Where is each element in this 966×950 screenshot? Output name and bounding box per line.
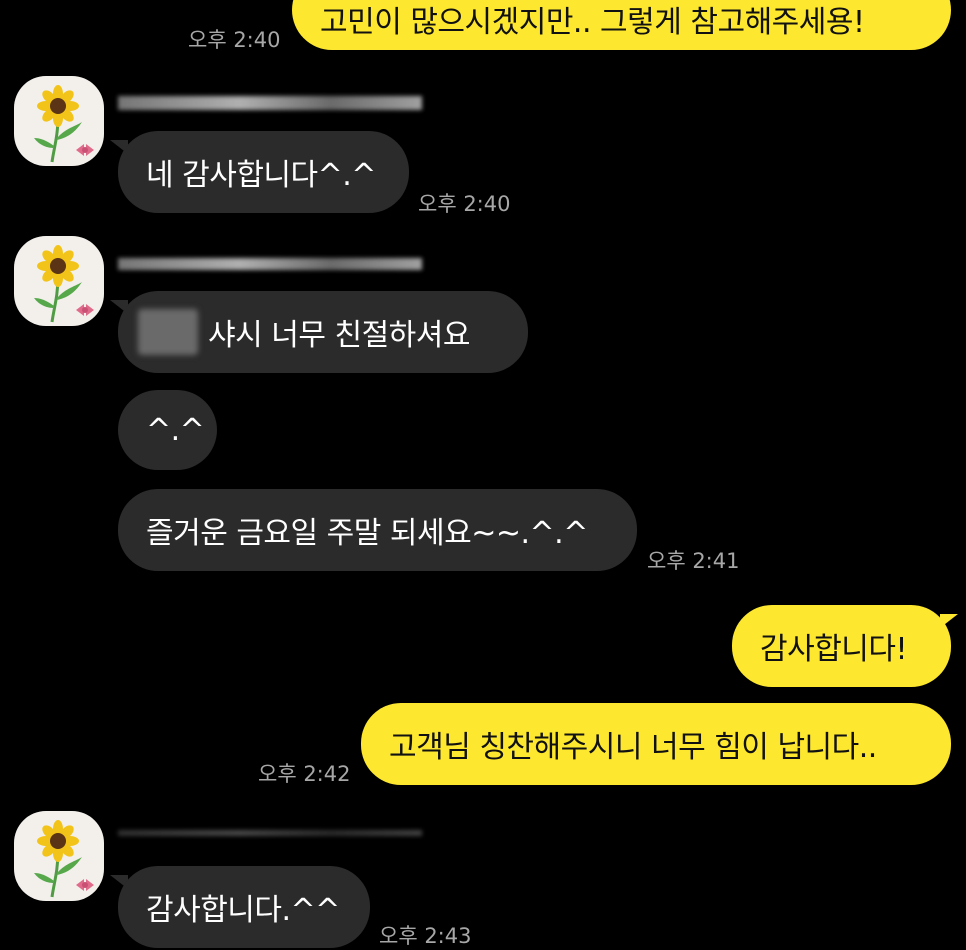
incoming-message-bubble[interactable]: 감사합니다.^^ <box>118 866 370 948</box>
message-time: 오후 2:40 <box>418 192 511 216</box>
contact-avatar[interactable] <box>14 811 104 901</box>
sunflower-icon <box>34 820 94 898</box>
redacted-text <box>138 309 198 355</box>
sunflower-icon <box>34 85 94 163</box>
contact-avatar[interactable] <box>14 236 104 326</box>
incoming-message-bubble[interactable]: 즐거운 금요일 주말 되세요~~.^.^ <box>118 489 637 571</box>
incoming-message-bubble[interactable]: ^.^ <box>118 390 217 470</box>
message-text: 즐거운 금요일 주말 되세요~~.^.^ <box>146 516 588 551</box>
message-time: 오후 2:41 <box>647 549 740 573</box>
contact-name-redacted <box>118 830 422 836</box>
message-time: 오후 2:43 <box>379 924 472 948</box>
message-time: 오후 2:40 <box>188 28 281 52</box>
contact-name-redacted <box>118 96 422 110</box>
incoming-message-bubble[interactable]: 네 감사합니다^.^ <box>118 131 409 213</box>
message-text: ^.^ <box>146 412 205 448</box>
outgoing-message-bubble[interactable]: 고민이 많으시겠지만.. 그렇게 참고해주세용! <box>292 0 951 50</box>
message-text: 고객님 칭찬해주시니 너무 힘이 납니다.. <box>389 730 877 765</box>
message-text: 네 감사합니다^.^ <box>146 158 376 193</box>
sunflower-icon <box>34 245 94 323</box>
contact-name-redacted <box>118 258 422 270</box>
message-time: 오후 2:42 <box>258 762 351 786</box>
message-text: 샤시 너무 친절하셔요 <box>208 318 470 353</box>
message-text: 감사합니다.^^ <box>146 893 340 928</box>
message-text: 고민이 많으시겠지만.. 그렇게 참고해주세용! <box>320 5 865 40</box>
outgoing-message-bubble[interactable]: 고객님 칭찬해주시니 너무 힘이 납니다.. <box>361 703 951 785</box>
incoming-message-bubble[interactable]: 샤시 너무 친절하셔요 <box>118 291 528 373</box>
outgoing-message-bubble[interactable]: 감사합니다! <box>732 605 951 687</box>
message-text: 감사합니다! <box>760 632 908 667</box>
contact-avatar[interactable] <box>14 76 104 166</box>
